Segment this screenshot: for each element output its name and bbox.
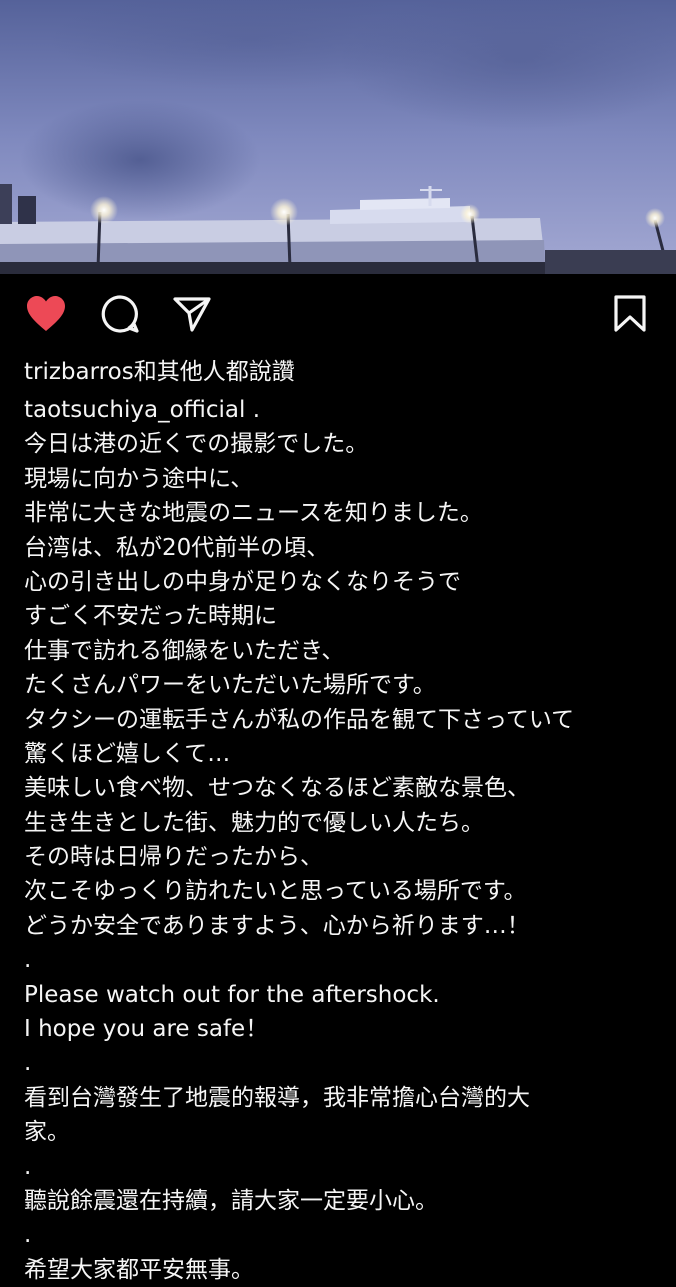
heart-icon xyxy=(27,296,65,331)
post-caption: taotsuchiya_official . 今日は港の近くでの撮影でした。 現場… xyxy=(24,393,664,1287)
save-button[interactable] xyxy=(608,292,652,336)
caption-line: たくさんパワーをいただいた場所です。 xyxy=(24,672,436,699)
comment-button[interactable] xyxy=(98,292,142,336)
comment-icon xyxy=(101,295,139,333)
caption-line: 家。 xyxy=(24,1119,70,1146)
caption-line: 驚くほど嬉しくて… xyxy=(24,740,231,767)
caption-author-row: taotsuchiya_official . xyxy=(24,393,664,427)
caption-separator-dot: . xyxy=(24,1050,32,1077)
caption-line: その時は日帰りだったから、 xyxy=(24,844,323,871)
caption-line: 看到台灣發生了地震的報導，我非常擔心台灣的大 xyxy=(24,1084,530,1111)
caption-line: 生き生きとした街、魅力的で優しい人たち。 xyxy=(24,809,484,836)
caption-line: すごく不安だった時期に xyxy=(24,603,277,630)
caption-line: 美味しい食べ物、せつなくなるほど素敵な景色、 xyxy=(24,775,530,802)
author-suffix: . xyxy=(245,397,261,423)
author-username[interactable]: taotsuchiya_official xyxy=(24,397,245,423)
caption-line: どうか安全でありますよう、心から祈ります…！ xyxy=(24,912,530,939)
share-button[interactable] xyxy=(170,292,214,336)
caption-separator-dot: . xyxy=(24,947,32,974)
caption-separator-dot: . xyxy=(24,1153,32,1180)
post-action-bar xyxy=(0,274,676,350)
likes-summary[interactable]: trizbarros和其他人都說讚 xyxy=(24,354,295,390)
harbor-photo-illustration xyxy=(0,0,676,274)
like-button[interactable] xyxy=(24,292,68,336)
likes-text: trizbarros和其他人都說讚 xyxy=(24,359,295,385)
send-icon xyxy=(173,297,211,332)
caption-line: 聽說餘震還在持續，請大家一定要小心。 xyxy=(24,1187,438,1214)
caption-line: 心の引き出しの中身が足りなくなりそうで xyxy=(24,568,461,595)
caption-line: 台湾は、私が20代前半の頃、 xyxy=(24,534,330,561)
caption-line: タクシーの運転手さんが私の作品を観て下さっていて xyxy=(24,706,575,733)
caption-line: 希望大家都平安無事。 xyxy=(24,1256,254,1283)
caption-body: 今日は港の近くでの撮影でした。 現場に向かう途中に、非常に大きな地震のニュースを知… xyxy=(24,427,664,1287)
caption-line: 今日は港の近くでの撮影でした。 xyxy=(24,431,369,458)
caption-line: 次こそゆっくり訪れたいと思っている場所です。 xyxy=(24,878,527,905)
bookmark-icon xyxy=(614,295,646,332)
post-photo[interactable] xyxy=(0,0,676,274)
caption-line: Please watch out for the aftershock. xyxy=(24,981,440,1008)
caption-line: 仕事で訪れる御縁をいただき、 xyxy=(24,637,345,664)
caption-line: 現場に向かう途中に、 xyxy=(24,465,254,492)
caption-line: 非常に大きな地震のニュースを知りました。 xyxy=(24,500,483,527)
caption-separator-dot: . xyxy=(24,1222,32,1249)
caption-line: I hope you are safe！ xyxy=(24,1016,269,1043)
